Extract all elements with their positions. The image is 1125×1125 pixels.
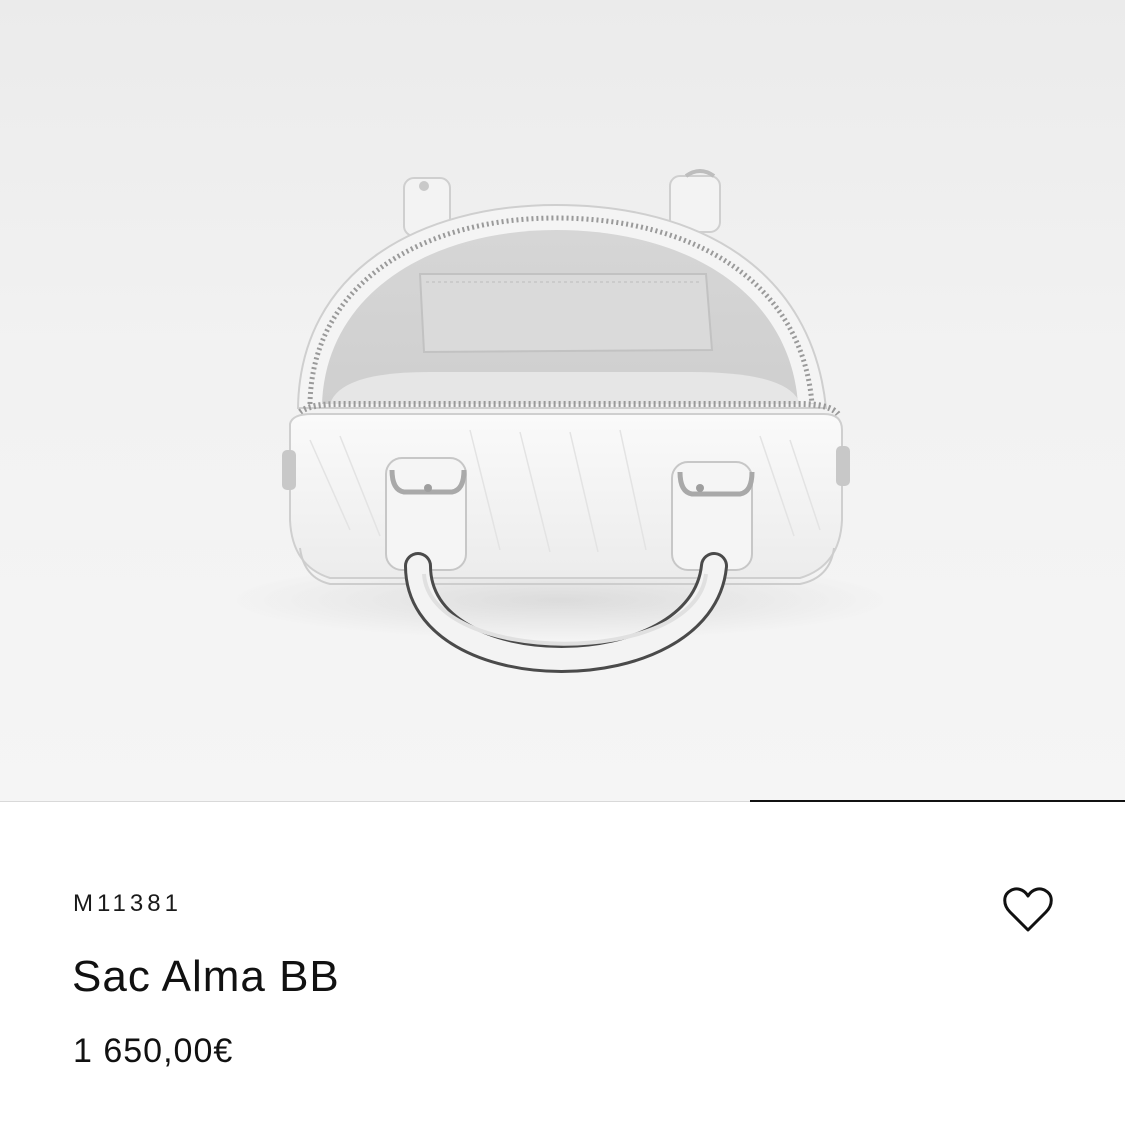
product-sku: M11381 <box>73 890 182 917</box>
product-image-gallery[interactable] <box>0 0 1125 802</box>
heart-icon <box>1003 887 1053 932</box>
product-title: Sac Alma BB <box>72 952 340 1001</box>
product-info: M11381 Sac Alma BB 1 650,00€ <box>0 804 1125 1125</box>
gallery-progress-fill <box>750 800 1125 802</box>
product-image <box>230 169 890 673</box>
wishlist-button[interactable] <box>998 880 1058 940</box>
product-price: 1 650,00€ <box>73 1032 234 1070</box>
gallery-progress-track <box>0 800 1125 802</box>
product-page: M11381 Sac Alma BB 1 650,00€ <box>0 0 1125 1125</box>
